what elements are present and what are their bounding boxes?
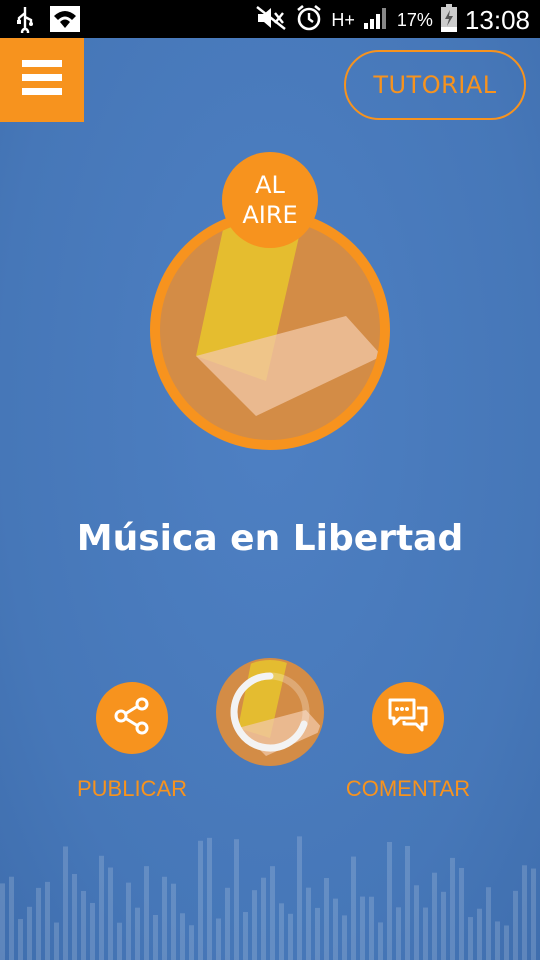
clock: 13:08 — [464, 4, 530, 35]
usb-icon — [14, 5, 36, 37]
network-type: H+ — [331, 9, 355, 30]
battery-icon — [440, 4, 457, 36]
wifi-icon — [50, 6, 80, 36]
mute-icon — [255, 5, 287, 35]
on-air-badge: AL AIRE — [222, 152, 318, 248]
share-label[interactable]: PUBLICAR — [42, 776, 222, 802]
signal-icon — [363, 6, 389, 34]
share-icon — [112, 696, 152, 740]
on-air-line2: AIRE — [242, 201, 298, 229]
share-button[interactable] — [96, 682, 168, 754]
tutorial-button[interactable]: TUTORIAL — [344, 50, 526, 120]
comment-label[interactable]: COMENTAR — [318, 776, 498, 802]
play-loading-button[interactable] — [216, 658, 324, 766]
comment-button[interactable] — [372, 682, 444, 754]
battery-percent: 17% — [396, 9, 433, 30]
station-title: Música en Libertad — [76, 518, 464, 559]
on-air-line1: AL — [255, 171, 285, 199]
menu-button[interactable] — [0, 38, 84, 122]
app-screen: TUTORIAL AL AIRE Música en Libertad PUBL… — [0, 38, 540, 960]
hamburger-icon — [22, 60, 62, 100]
status-bar: H+ 17% 13:08 — [0, 0, 540, 38]
equalizer-background — [0, 836, 536, 960]
alarm-icon — [295, 4, 323, 36]
chat-bubbles-icon — [386, 696, 430, 740]
